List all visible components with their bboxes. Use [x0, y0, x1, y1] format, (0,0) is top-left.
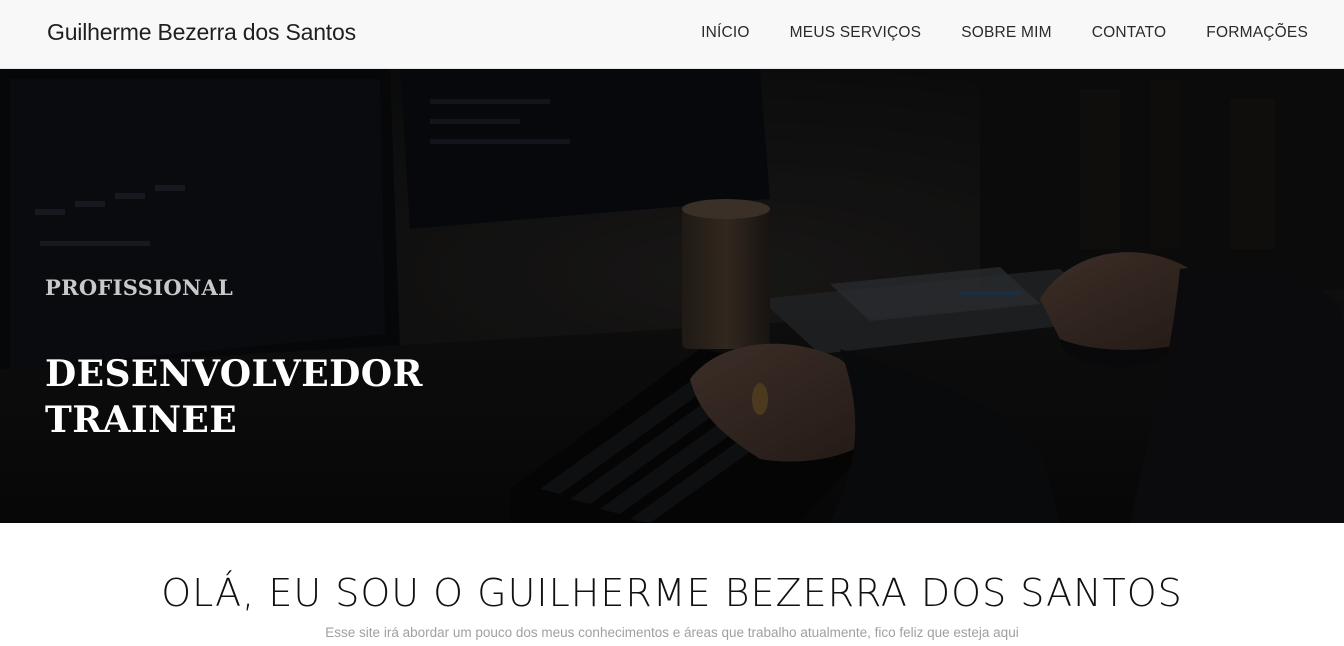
nav-link-formacoes[interactable]: FORMAÇÕES [1206, 24, 1308, 42]
intro-subtitle: Esse site irá abordar um pouco dos meus … [325, 625, 1019, 640]
hero-title: DESENVOLVEDOR TRAINEE [45, 351, 565, 443]
hero-eyebrow: PROFISSIONAL [45, 275, 234, 300]
brand-link[interactable]: Guilherme Bezerra dos Santos [47, 19, 356, 46]
nav-link-meus-servicos[interactable]: MEUS SERVIÇOS [790, 24, 922, 42]
nav-link-contato[interactable]: CONTATO [1092, 24, 1167, 42]
navbar: Guilherme Bezerra dos Santos INÍCIO MEUS… [0, 0, 1344, 69]
hero-section: PROFISSIONAL DESENVOLVEDOR TRAINEE [0, 69, 1344, 523]
hero-title-line-2: TRAINEE [45, 399, 238, 441]
nav-link-sobre-mim[interactable]: SOBRE MIM [961, 24, 1052, 42]
intro-heading: OLÁ, EU SOU O GUILHERME BEZERRA DOS SANT… [161, 571, 1183, 615]
intro-section: OLÁ, EU SOU O GUILHERME BEZERRA DOS SANT… [0, 523, 1344, 646]
nav-link-inicio[interactable]: INÍCIO [701, 24, 750, 42]
nav-menu: INÍCIO MEUS SERVIÇOS SOBRE MIM CONTATO F… [661, 24, 1308, 42]
hero-title-line-1: DESENVOLVEDOR [45, 353, 423, 395]
